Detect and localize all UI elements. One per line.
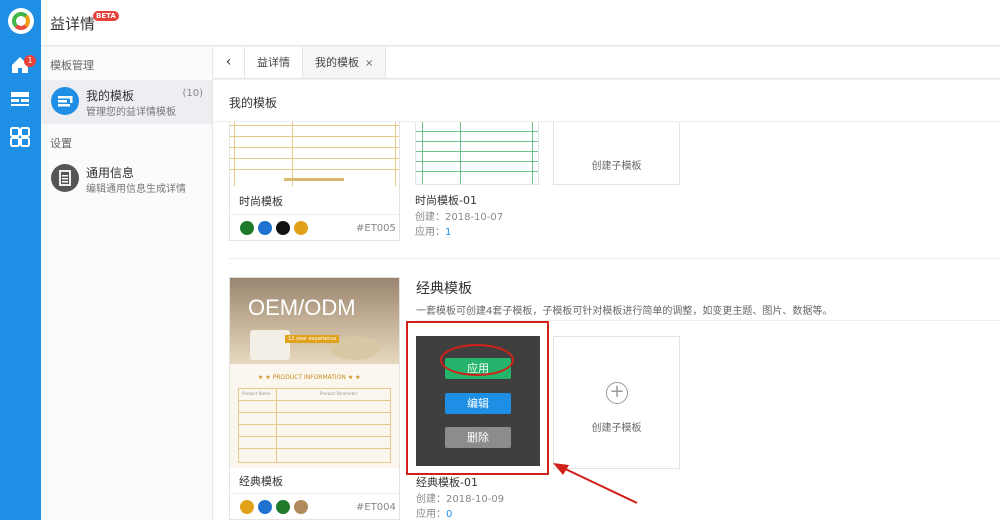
create-subtemplate-label: 创建子模板	[591, 423, 642, 434]
template-count: (10)	[182, 88, 203, 99]
color-swatch[interactable]	[294, 500, 308, 514]
applied-count: 应用：1	[415, 227, 452, 238]
page-title: 我的模板	[229, 96, 278, 110]
created-date: 创建：2018-10-09	[416, 494, 505, 505]
template-card-classic[interactable]: OEM/ODM 12 year experience ★ ★ PRODUCT I…	[229, 277, 400, 520]
notification-badge: 1	[24, 55, 36, 67]
thumb-section: ★ ★ PRODUCT INFORMATION ★ ★	[258, 374, 361, 381]
sidebar-item-my-templates[interactable]: 我的模板 管理您的益详情模板 (10)	[41, 80, 212, 124]
color-swatch[interactable]	[258, 500, 272, 514]
main-content: 我的模板 时尚模板 #ET005 时尚模板-01 创建：2018-10-07 应…	[213, 80, 1000, 520]
thumb-tag: 12 year experience	[285, 335, 340, 343]
tab-yixiangqing[interactable]: 益详情	[245, 47, 303, 78]
applied-count: 应用：0	[416, 509, 453, 520]
color-swatch[interactable]	[240, 221, 254, 235]
highlight-oval	[440, 344, 514, 376]
annotation-arrow-icon	[553, 463, 638, 504]
document-icon	[51, 164, 79, 192]
content-header: 我的模板	[213, 80, 1000, 122]
template-icon	[51, 87, 79, 115]
top-header: 益详情 BETA	[41, 0, 1000, 46]
close-icon[interactable]: ×	[365, 58, 373, 69]
plus-icon: +	[606, 382, 628, 404]
template-code: #ET004	[356, 502, 396, 513]
thumb-col1: Product Name	[242, 391, 271, 396]
subtemplate-name: 经典模板-01	[416, 476, 478, 489]
thumb-headline: OEM/ODM	[248, 295, 356, 320]
template-name: 时尚模板	[239, 195, 283, 208]
tab-my-templates[interactable]: 我的模板 ×	[303, 47, 387, 78]
color-swatch[interactable]	[240, 500, 254, 514]
create-subtemplate-button[interactable]: + 创建子模板	[553, 336, 680, 469]
sidebar-item-general-info[interactable]: 通用信息 编辑通用信息生成详情	[41, 157, 212, 201]
tab-bar: ‹ 益详情 我的模板 ×	[213, 47, 1000, 79]
sidebar-item-subtitle: 管理您的益详情模板	[86, 107, 176, 118]
section-title-classic: 经典模板	[416, 281, 472, 297]
color-swatch[interactable]	[276, 500, 290, 514]
template-list-icon[interactable]	[9, 88, 31, 110]
app-title: 益详情	[50, 15, 96, 33]
color-swatch[interactable]	[276, 221, 290, 235]
color-swatch[interactable]	[294, 221, 308, 235]
template-code: #ET005	[356, 223, 396, 234]
sidebar-item-label: 通用信息	[86, 166, 135, 180]
created-date: 创建：2018-10-07	[415, 212, 504, 223]
tab-label: 我的模板	[315, 56, 359, 69]
sidebar-item-subtitle: 编辑通用信息生成详情	[86, 184, 186, 195]
sidebar-section-settings: 设置	[50, 137, 72, 150]
template-thumbnail: OEM/ODM 12 year experience ★ ★ PRODUCT I…	[230, 278, 399, 468]
thumb-col2: Product Parameter	[320, 391, 358, 396]
color-swatch[interactable]	[258, 221, 272, 235]
back-chevron-icon[interactable]: ‹	[213, 47, 245, 78]
sidebar: 模板管理 我的模板 管理您的益详情模板 (10) 设置 通用信息 编辑通用信息生…	[41, 47, 213, 520]
template-name: 经典模板	[239, 475, 283, 488]
beta-badge: BETA	[93, 11, 119, 21]
app-logo[interactable]	[8, 8, 34, 34]
subtemplate-name: 时尚模板-01	[415, 194, 477, 207]
sidebar-item-label: 我的模板	[86, 89, 135, 103]
icon-rail: 1	[0, 0, 41, 520]
create-subtemplate-label: 创建子模板	[591, 161, 642, 172]
section-description: 一套模板可创建4套子模板，子模板可针对模板进行简单的调整，如变更主题、图片、数据…	[416, 306, 833, 317]
tab-label: 益详情	[257, 56, 290, 69]
apps-grid-icon[interactable]	[9, 126, 31, 148]
sidebar-section-template-management: 模板管理	[50, 59, 94, 72]
